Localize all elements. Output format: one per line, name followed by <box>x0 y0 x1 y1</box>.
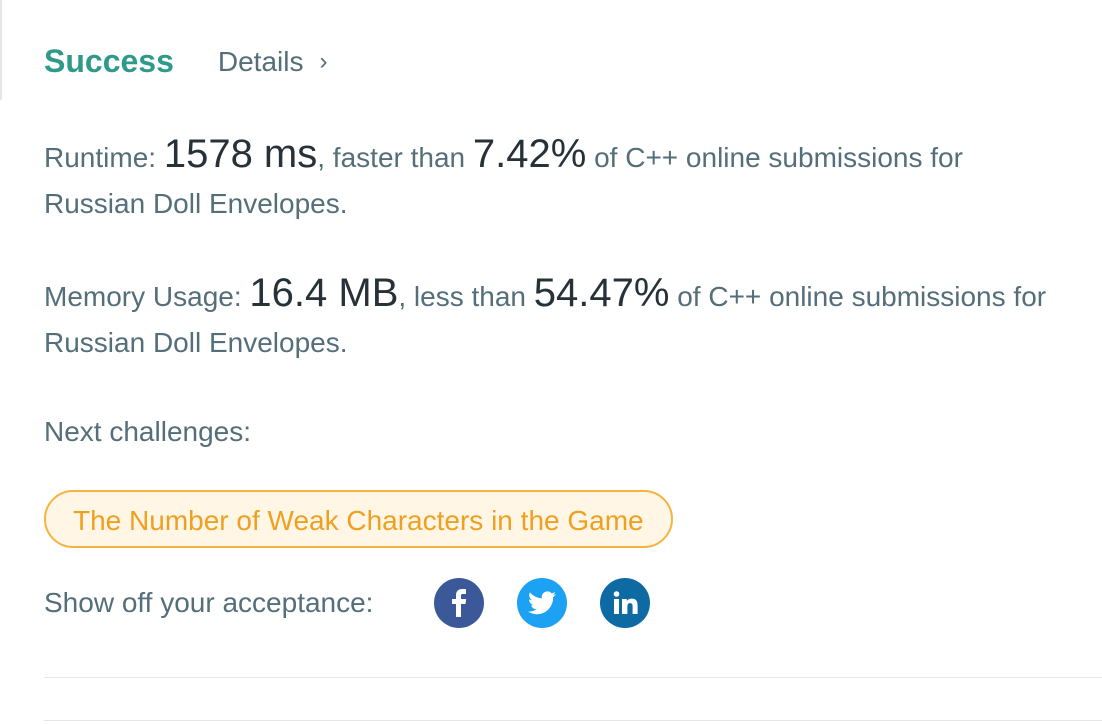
facebook-icon[interactable] <box>434 578 485 628</box>
memory-label: Memory Usage: <box>44 281 250 312</box>
runtime-suffix: of C++ online submissions for <box>586 142 963 173</box>
status-success-tab[interactable]: Success <box>44 43 174 80</box>
runtime-percent: 7.42% <box>472 132 587 176</box>
runtime-stat: Runtime: 1578 ms, faster than 7.42% of C… <box>44 131 1102 227</box>
twitter-icon[interactable] <box>517 578 568 628</box>
memory-line: Memory Usage: 16.4 MB, less than 54.47% … <box>44 270 1102 320</box>
memory-problem-name: Russian Doll Envelopes. <box>44 327 348 358</box>
submission-result-panel: Success Details › Runtime: 1578 ms, fast… <box>0 0 1102 724</box>
chevron-right-icon: › <box>319 47 328 75</box>
runtime-problem-name: Russian Doll Envelopes. <box>44 188 348 219</box>
share-label: Show off your acceptance: <box>44 587 374 618</box>
memory-suffix: of C++ online submissions for <box>669 281 1047 312</box>
runtime-value: 1578 ms <box>163 132 318 176</box>
runtime-line: Runtime: 1578 ms, faster than 7.42% of C… <box>44 131 1102 181</box>
section-divider <box>44 677 1102 678</box>
next-challenges-label: Next challenges: <box>44 416 252 447</box>
runtime-label: Runtime: <box>44 142 164 173</box>
runtime-middle-text: , faster than <box>317 142 473 173</box>
result-header: Success Details › <box>44 43 327 80</box>
details-link[interactable]: Details › <box>218 46 328 78</box>
share-row: Show off your acceptance: <box>44 578 651 628</box>
section-divider <box>44 720 1102 721</box>
next-challenge-link[interactable]: The Number of Weak Characters in the Gam… <box>44 490 673 548</box>
linkedin-icon[interactable] <box>600 578 651 628</box>
memory-value: 16.4 MB <box>249 271 399 315</box>
memory-middle-text: , less than <box>398 281 534 312</box>
details-label: Details <box>217 45 304 77</box>
memory-percent: 54.47% <box>533 271 670 315</box>
memory-stat: Memory Usage: 16.4 MB, less than 54.47% … <box>44 270 1102 366</box>
panel-left-border <box>0 0 2 100</box>
